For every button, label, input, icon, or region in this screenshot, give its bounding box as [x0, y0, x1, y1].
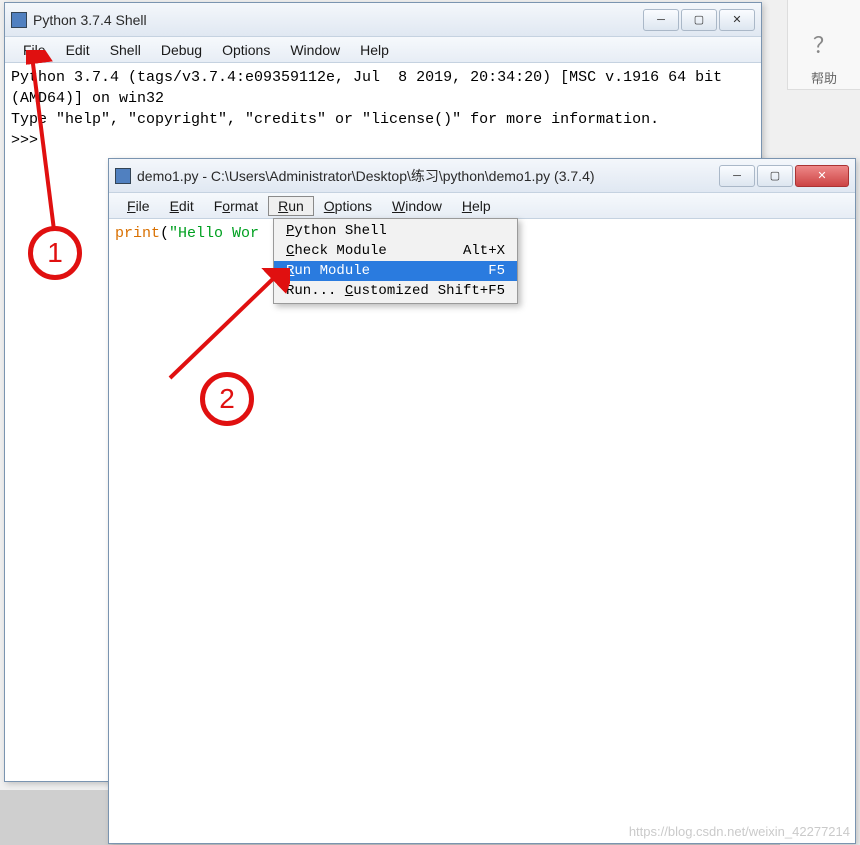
editor-menu-options[interactable]: Options — [314, 196, 382, 216]
close-button[interactable]: ✕ — [719, 9, 755, 31]
editor-menu-edit[interactable]: Edit — [160, 196, 204, 216]
shell-menu-help[interactable]: Help — [350, 40, 399, 60]
shell-menu-window[interactable]: Window — [280, 40, 350, 60]
editor-titlebar[interactable]: demo1.py - C:\Users\Administrator\Deskto… — [109, 159, 855, 193]
annotation-circle-2: 2 — [200, 372, 254, 426]
menu-run-customized[interactable]: Run... CustomizedShift+F5 — [274, 281, 517, 301]
editor-menu-help[interactable]: Help — [452, 196, 501, 216]
menu-check-module[interactable]: Check ModuleAlt+X — [274, 241, 517, 261]
code-string: "Hello Wor — [169, 225, 259, 242]
editor-close-button[interactable]: ✕ — [795, 165, 849, 187]
shell-titlebar[interactable]: Python 3.7.4 Shell ─ ▢ ✕ — [5, 3, 761, 37]
help-label: 帮助 — [788, 68, 860, 87]
help-panel: ？ 帮助 — [787, 0, 860, 90]
shell-menubar: File Edit Shell Debug Options Window Hel… — [5, 37, 761, 63]
editor-title: demo1.py - C:\Users\Administrator\Deskto… — [137, 166, 719, 186]
editor-menu-window[interactable]: Window — [382, 196, 452, 216]
shell-line2: (AMD64)] on win32 — [11, 90, 164, 107]
minimize-button[interactable]: ─ — [643, 9, 679, 31]
shell-menu-file[interactable]: File — [13, 40, 56, 60]
editor-code-area[interactable]: print("Hello Wor — [109, 219, 855, 843]
editor-menubar: File Edit Format Run Options Window Help — [109, 193, 855, 219]
menu-python-shell[interactable]: Python Shell — [274, 221, 517, 241]
python-icon — [11, 12, 27, 28]
maximize-button[interactable]: ▢ — [681, 9, 717, 31]
editor-window-controls: ─ ▢ ✕ — [719, 165, 849, 187]
help-question-icon[interactable]: ？ — [788, 28, 860, 60]
shell-menu-shell[interactable]: Shell — [100, 40, 151, 60]
annotation-circle-1: 1 — [28, 226, 82, 280]
shell-line1: Python 3.7.4 (tags/v3.7.4:e09359112e, Ju… — [11, 69, 731, 86]
shell-menu-options[interactable]: Options — [212, 40, 280, 60]
shell-window-controls: ─ ▢ ✕ — [643, 9, 755, 31]
shell-menu-edit[interactable]: Edit — [56, 40, 100, 60]
editor-minimize-button[interactable]: ─ — [719, 165, 755, 187]
shell-title: Python 3.7.4 Shell — [33, 12, 643, 28]
editor-menu-file[interactable]: File — [117, 196, 160, 216]
run-dropdown-menu: Python Shell Check ModuleAlt+X Run Modul… — [273, 218, 518, 304]
code-keyword: print — [115, 225, 160, 242]
shell-prompt: >>> — [11, 132, 47, 149]
editor-menu-format[interactable]: Format — [204, 196, 268, 216]
watermark-text: https://blog.csdn.net/weixin_42277214 — [629, 824, 850, 839]
shell-menu-debug[interactable]: Debug — [151, 40, 212, 60]
shell-line3: Type "help", "copyright", "credits" or "… — [11, 111, 659, 128]
editor-maximize-button[interactable]: ▢ — [757, 165, 793, 187]
code-paren: ( — [160, 225, 169, 242]
editor-menu-run[interactable]: Run — [268, 196, 314, 216]
annotation-1-number: 1 — [47, 237, 63, 269]
menu-run-module[interactable]: Run ModuleF5 — [274, 261, 517, 281]
annotation-2-number: 2 — [219, 383, 235, 415]
python-file-icon — [115, 168, 131, 184]
